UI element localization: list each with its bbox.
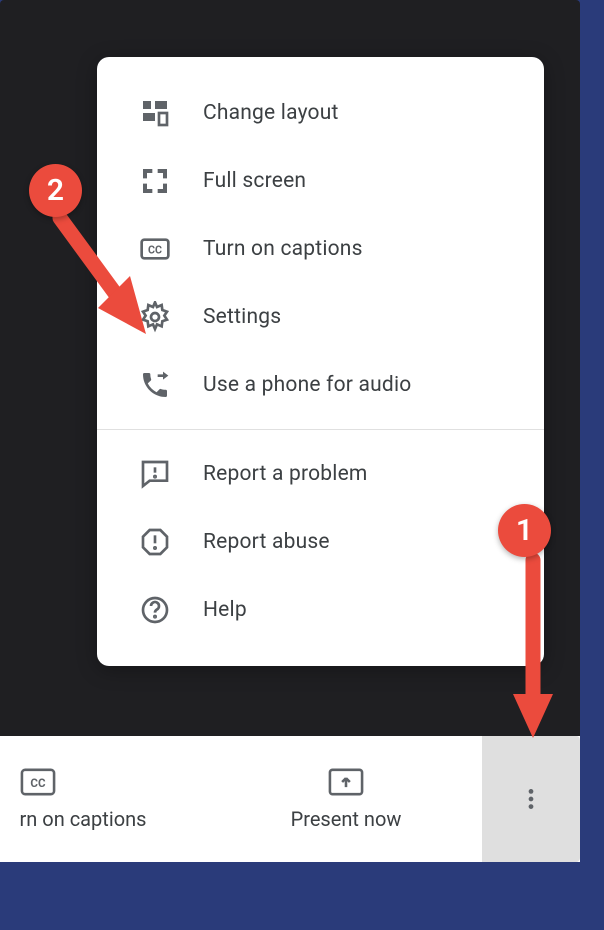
menu-item-label: Report a problem bbox=[203, 462, 368, 486]
annotation-badge-2: 2 bbox=[29, 164, 82, 217]
help-icon bbox=[139, 594, 171, 626]
menu-item-label: Report abuse bbox=[203, 530, 330, 554]
bar-present-button[interactable]: Present now bbox=[210, 736, 482, 862]
more-vertical-icon bbox=[513, 784, 549, 814]
report-abuse-icon bbox=[139, 526, 171, 558]
captions-icon: CC bbox=[20, 767, 56, 797]
layout-icon bbox=[139, 97, 171, 129]
annotation-arrow-2 bbox=[42, 208, 156, 338]
feedback-icon bbox=[139, 458, 171, 490]
menu-item-label: Use a phone for audio bbox=[203, 373, 411, 397]
fullscreen-icon bbox=[139, 165, 171, 197]
menu-item-help[interactable]: Help bbox=[97, 576, 544, 644]
bar-label: Present now bbox=[291, 807, 402, 831]
video-frame: Change layout Full screen CC Turn on cap… bbox=[0, 0, 580, 862]
menu-item-settings[interactable]: Settings bbox=[97, 283, 544, 351]
more-options-menu: Change layout Full screen CC Turn on cap… bbox=[97, 57, 544, 666]
menu-item-report-problem[interactable]: Report a problem bbox=[97, 440, 544, 508]
badge-text: 2 bbox=[47, 173, 64, 208]
menu-item-report-abuse[interactable]: Report abuse bbox=[97, 508, 544, 576]
bottom-bar: CC rn on captions Present now bbox=[0, 736, 580, 862]
menu-item-label: Turn on captions bbox=[203, 237, 363, 261]
menu-item-phone-audio[interactable]: Use a phone for audio bbox=[97, 351, 544, 419]
badge-text: 1 bbox=[516, 513, 533, 548]
menu-item-change-layout[interactable]: Change layout bbox=[97, 79, 544, 147]
svg-text:CC: CC bbox=[30, 776, 46, 790]
menu-item-label: Full screen bbox=[203, 169, 306, 193]
bar-more-button[interactable] bbox=[482, 736, 580, 862]
annotation-arrow-1 bbox=[513, 552, 553, 744]
menu-item-captions[interactable]: CC Turn on captions bbox=[97, 215, 544, 283]
menu-divider bbox=[97, 429, 544, 430]
menu-item-label: Help bbox=[203, 598, 247, 622]
annotation-badge-1: 1 bbox=[498, 504, 551, 557]
bar-captions-button[interactable]: CC rn on captions bbox=[0, 736, 210, 862]
bar-label: rn on captions bbox=[20, 807, 147, 831]
menu-item-label: Settings bbox=[203, 305, 281, 329]
menu-item-full-screen[interactable]: Full screen bbox=[97, 147, 544, 215]
phone-forward-icon bbox=[139, 369, 171, 401]
present-icon bbox=[328, 767, 364, 797]
menu-item-label: Change layout bbox=[203, 101, 339, 125]
